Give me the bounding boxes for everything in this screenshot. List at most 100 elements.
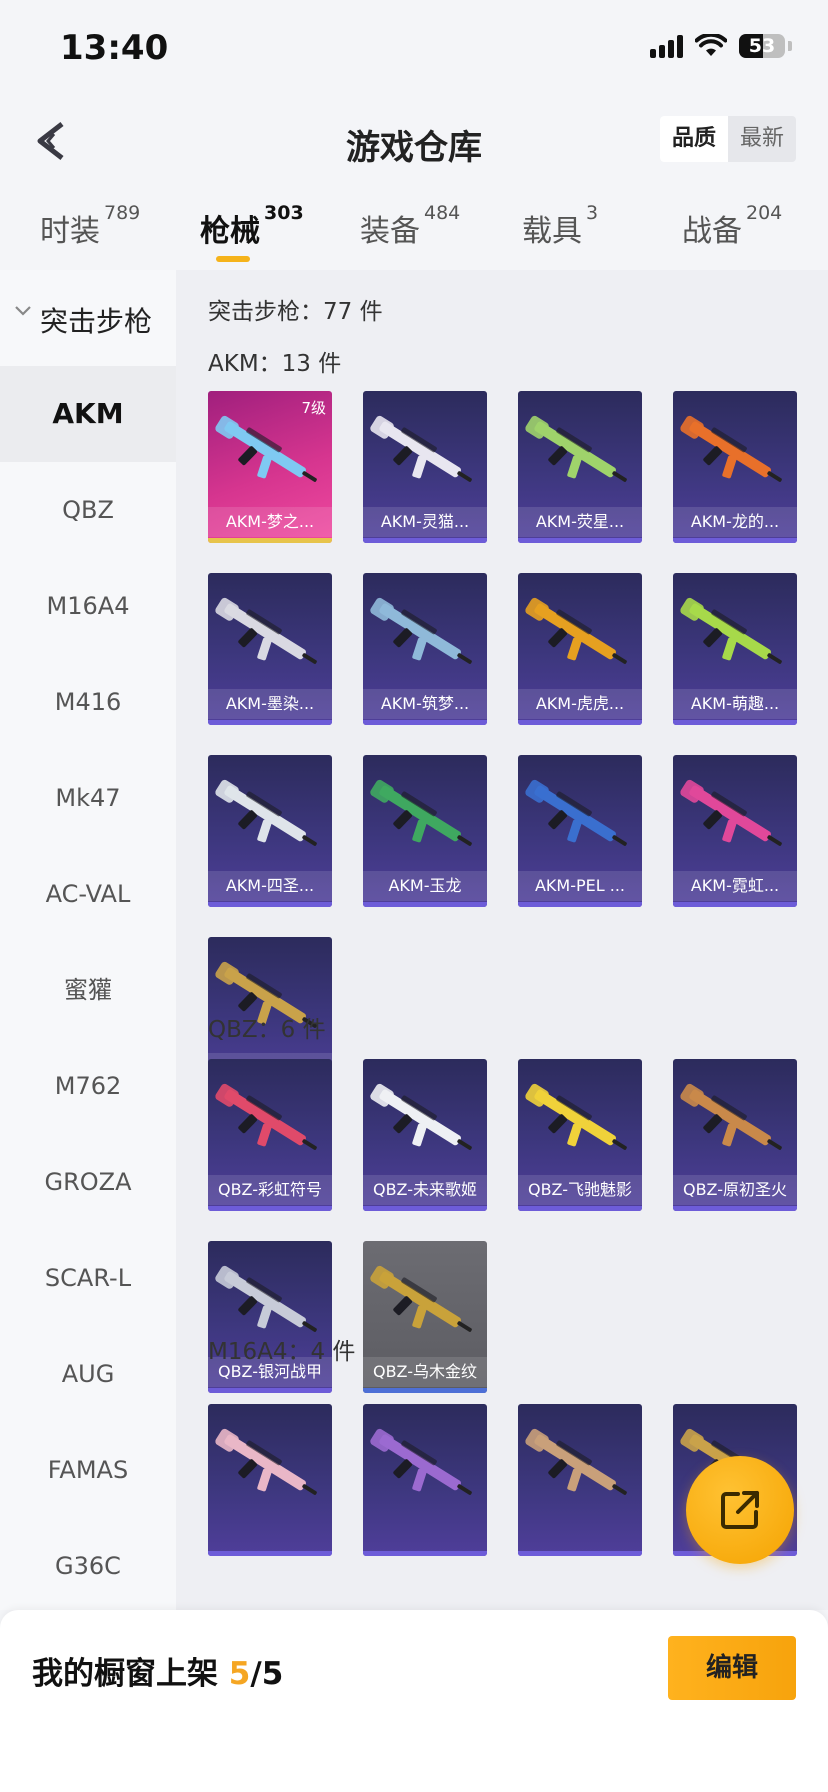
share-button[interactable] bbox=[686, 1456, 794, 1564]
item-name: AKM-墨染... bbox=[208, 689, 332, 719]
inventory-content[interactable]: 突击步枪：77 件 AKM：13 件 7级 AKM-梦之... AKM-灵猫... AK… bbox=[176, 270, 828, 1610]
item-card[interactable]: AKM-萌趣... bbox=[673, 573, 797, 725]
sidebar-item-m416[interactable]: M416 bbox=[0, 654, 176, 750]
item-card[interactable]: 7级 AKM-梦之... bbox=[208, 391, 332, 543]
item-card[interactable]: AKM-灵猫... bbox=[363, 391, 487, 543]
status-icons: 53 bbox=[650, 34, 792, 58]
status-time: 13:40 bbox=[60, 28, 169, 68]
tab-count: 484 bbox=[424, 202, 461, 224]
level-badge: 7级 bbox=[301, 399, 326, 417]
tab-vehicles[interactable]: 载具3 bbox=[522, 202, 598, 250]
sidebar-item-qbz[interactable]: QBZ bbox=[0, 462, 176, 558]
item-name: QBZ-乌木金纹 bbox=[363, 1357, 487, 1387]
bottom-bar: 我的橱窗上架 5/5 编辑 bbox=[0, 1610, 828, 1792]
rifle-skin-image bbox=[680, 779, 782, 846]
item-name: AKM-PEL ... bbox=[518, 871, 642, 901]
tab-count: 303 bbox=[264, 202, 304, 224]
rifle-skin-image bbox=[525, 1083, 627, 1150]
item-card[interactable]: AKM-龙的... bbox=[673, 391, 797, 543]
item-name: QBZ-飞驰魅影 bbox=[518, 1175, 642, 1205]
item-name: AKM-梦之... bbox=[208, 507, 332, 537]
item-card[interactable]: AKM-四圣... bbox=[208, 755, 332, 907]
shelf-count: 5 bbox=[228, 1656, 251, 1692]
rifle-skin-image bbox=[525, 1428, 627, 1495]
item-name: AKM-虎虎... bbox=[518, 689, 642, 719]
rifle-skin-image bbox=[370, 1083, 472, 1150]
item-name: QBZ-原初圣火 bbox=[673, 1175, 797, 1205]
item-card[interactable]: QBZ-原初圣火 bbox=[673, 1059, 797, 1211]
sidebar-group-label: 突击步枪 bbox=[40, 305, 153, 338]
item-name: AKM-霓虹... bbox=[673, 871, 797, 901]
weapon-sidebar: 突击步枪 AKM QBZ M16A4 M416 Mk47 AC-VAL 蜜獾 M762 GROZ… bbox=[0, 270, 176, 1610]
item-name: QBZ-彩虹符号 bbox=[208, 1175, 332, 1205]
tab-count: 3 bbox=[586, 202, 599, 224]
category-total: 突击步枪：77 件 bbox=[208, 299, 383, 325]
item-card[interactable]: QBZ-彩虹符号 bbox=[208, 1059, 332, 1211]
share-icon bbox=[721, 1491, 759, 1529]
tab-costume[interactable]: 时装789 bbox=[40, 202, 140, 250]
rifle-skin-image bbox=[680, 597, 782, 664]
item-card[interactable]: AKM-筑梦... bbox=[363, 573, 487, 725]
item-name: AKM-筑梦... bbox=[363, 689, 487, 719]
sort-newest-button[interactable]: 最新 bbox=[728, 116, 796, 162]
rifle-skin-image bbox=[525, 415, 627, 482]
item-name: AKM-灵猫... bbox=[363, 507, 487, 537]
showcase-shelf-status: 我的橱窗上架 5/5 bbox=[32, 1656, 284, 1692]
chevron-down-icon bbox=[15, 306, 31, 316]
sidebar-item-g36c[interactable]: G36C bbox=[0, 1518, 176, 1614]
status-bar: 13:40 53 bbox=[0, 0, 828, 100]
cellular-signal-icon bbox=[650, 34, 683, 58]
item-name: AKM-龙的... bbox=[673, 507, 797, 537]
item-name: AKM-荧星... bbox=[518, 507, 642, 537]
item-card[interactable]: QBZ-未来歌姬 bbox=[363, 1059, 487, 1211]
item-card[interactable]: AKM-PEL ... bbox=[518, 755, 642, 907]
tab-supplies[interactable]: 战备204 bbox=[682, 202, 782, 250]
edit-button[interactable]: 编辑 bbox=[668, 1636, 796, 1700]
item-card[interactable]: QBZ-乌木金纹 bbox=[363, 1241, 487, 1393]
rifle-skin-image bbox=[680, 1083, 782, 1150]
item-card[interactable]: AKM-虎虎... bbox=[518, 573, 642, 725]
sidebar-item-mk47[interactable]: Mk47 bbox=[0, 750, 176, 846]
rifle-skin-image bbox=[215, 779, 317, 846]
sidebar-item-famas[interactable]: FAMAS bbox=[0, 1422, 176, 1518]
section-title: QBZ：6 件 bbox=[208, 1017, 326, 1043]
rifle-skin-image bbox=[370, 415, 472, 482]
item-name: QBZ-未来歌姬 bbox=[363, 1175, 487, 1205]
item-card[interactable]: AKM-荧星... bbox=[518, 391, 642, 543]
item-card[interactable]: AKM-墨染... bbox=[208, 573, 332, 725]
item-card[interactable]: QBZ-飞驰魅影 bbox=[518, 1059, 642, 1211]
item-name: AKM-玉龙 bbox=[363, 871, 487, 901]
rifle-skin-image bbox=[215, 597, 317, 664]
rifle-skin-image bbox=[370, 1428, 472, 1495]
rifle-skin-image bbox=[370, 779, 472, 846]
active-tab-indicator bbox=[216, 256, 250, 262]
rifle-skin-image bbox=[215, 1428, 317, 1495]
sidebar-item-groza[interactable]: GROZA bbox=[0, 1134, 176, 1230]
sidebar-item-ac-val[interactable]: AC-VAL bbox=[0, 846, 176, 942]
sidebar-group-assault-rifles[interactable]: 突击步枪 bbox=[0, 270, 176, 366]
section-title: M16A4：4 件 bbox=[208, 1339, 356, 1365]
item-card[interactable] bbox=[518, 1404, 642, 1556]
sidebar-item-akm[interactable]: AKM bbox=[0, 366, 176, 462]
sort-quality-button[interactable]: 品质 bbox=[659, 116, 728, 162]
rifle-skin-image bbox=[525, 779, 627, 846]
item-card[interactable]: QBZ-银河战甲 bbox=[208, 1241, 332, 1393]
tab-equipment[interactable]: 装备484 bbox=[360, 202, 460, 250]
item-card[interactable]: AKM-玉龙 bbox=[363, 755, 487, 907]
item-card[interactable] bbox=[208, 1404, 332, 1556]
sidebar-item-scar-l[interactable]: SCAR-L bbox=[0, 1230, 176, 1326]
rifle-skin-image bbox=[215, 1083, 317, 1150]
sort-toggle: 品质 最新 bbox=[659, 116, 796, 162]
sidebar-item-m762[interactable]: M762 bbox=[0, 1038, 176, 1134]
tab-firearms[interactable]: 枪械303 bbox=[200, 202, 304, 250]
sidebar-item-aug[interactable]: AUG bbox=[0, 1326, 176, 1422]
rifle-skin-image bbox=[215, 415, 317, 482]
item-name: AKM-萌趣... bbox=[673, 689, 797, 719]
sidebar-item-蜜獾[interactable]: 蜜獾 bbox=[0, 942, 176, 1038]
wifi-icon bbox=[695, 34, 727, 56]
sidebar-item-m16a4[interactable]: M16A4 bbox=[0, 558, 176, 654]
item-card[interactable]: AKM-霓虹... bbox=[673, 755, 797, 907]
item-card[interactable] bbox=[363, 1404, 487, 1556]
battery-icon: 53 bbox=[739, 34, 785, 58]
tab-count: 204 bbox=[746, 202, 783, 224]
